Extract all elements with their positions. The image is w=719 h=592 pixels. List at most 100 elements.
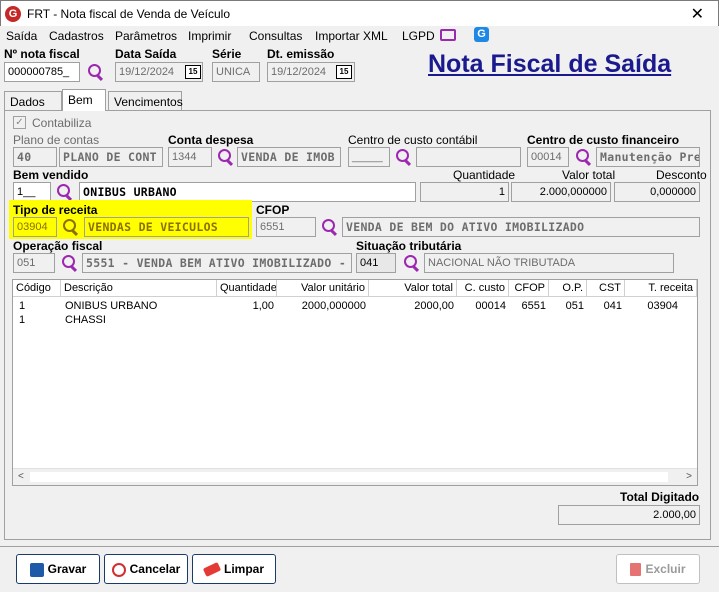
serie-input[interactable]: UNICA (212, 62, 260, 82)
tab-bem[interactable]: Bem (62, 89, 106, 111)
ccf-code-field[interactable]: 00014 (527, 147, 569, 167)
items-grid[interactable]: Código Descrição Quantidade Valor unitár… (12, 279, 698, 486)
tipo-receita-code-field[interactable]: 03904 (13, 217, 57, 237)
save-icon (29, 562, 44, 577)
search-icon[interactable] (61, 218, 79, 236)
search-icon[interactable] (60, 254, 78, 272)
table-cell[interactable]: ONIBUS URBANO (65, 300, 157, 312)
menu-cadastros[interactable]: Cadastros (49, 29, 104, 43)
col-t-receita[interactable]: T. receita (625, 280, 697, 297)
bem-code-field[interactable]: 1__ (13, 182, 51, 202)
search-icon[interactable] (55, 183, 73, 201)
scroll-right-icon[interactable]: > (686, 471, 692, 482)
table-cell[interactable]: 00014 (457, 300, 506, 312)
col-cst[interactable]: CST (587, 280, 625, 297)
scroll-left-icon[interactable]: < (18, 471, 24, 482)
situacao-tributaria-label: Situação tributária (356, 239, 462, 253)
tab-dados-nf[interactable]: Dados NF (4, 91, 62, 123)
title-bar: G FRT - Nota fiscal de Venda de Veículo … (0, 0, 719, 26)
table-cell[interactable]: 051 (549, 300, 584, 312)
table-cell[interactable]: 041 (587, 300, 622, 312)
ccc-code-field[interactable]: _____ (348, 147, 390, 167)
menu-consultas[interactable]: Consultas (249, 29, 302, 43)
menu-bar: Saída Cadastros Parâmetros Imprimir Cons… (0, 26, 719, 46)
excluir-label: Excluir (645, 562, 686, 576)
col-valor-total[interactable]: Valor total (369, 280, 457, 297)
valor-total-label: Valor total (562, 168, 616, 182)
menu-parametros[interactable]: Parâmetros (115, 29, 177, 43)
cfop-desc-field: VENDA DE BEM DO ATIVO IMOBILIZADO (342, 217, 700, 237)
operacao-fiscal-label: Operação fiscal (13, 239, 103, 253)
cancel-icon (111, 562, 126, 577)
calendar-icon[interactable]: 15 (185, 65, 201, 79)
serie-label: Série (212, 47, 242, 61)
search-icon[interactable] (86, 63, 104, 81)
table-cell[interactable]: 2000,00 (369, 300, 454, 312)
eraser-icon (202, 562, 222, 578)
total-digitado-field: 2.000,00 (558, 505, 700, 525)
col-op[interactable]: O.P. (549, 280, 587, 297)
limpar-label: Limpar (223, 562, 264, 576)
col-codigo[interactable]: Código (13, 280, 61, 297)
operacao-desc-field: 5551 - VENDA BEM ATIVO IMOBILIZADO - SP (82, 253, 352, 273)
menu-lgpd[interactable]: LGPD (402, 29, 435, 43)
close-icon[interactable]: ✕ (691, 4, 704, 24)
table-cell[interactable]: 6551 (509, 300, 546, 312)
tipo-receita-label: Tipo de receita (13, 203, 98, 217)
gravar-button[interactable]: Gravar (16, 554, 100, 584)
table-cell[interactable]: 1 (19, 314, 25, 326)
gravar-label: Gravar (47, 562, 87, 576)
calendar-icon[interactable]: 15 (336, 65, 352, 79)
search-icon[interactable] (574, 148, 592, 166)
search-icon[interactable] (216, 148, 234, 166)
table-cell[interactable]: 1,00 (217, 300, 274, 312)
menu-importar-xml[interactable]: Importar XML (315, 29, 388, 43)
nota-fiscal-input[interactable]: 000000785_ (4, 62, 80, 82)
data-saida-label: Data Saída (115, 47, 177, 61)
limpar-button[interactable]: Limpar (192, 554, 276, 584)
menu-saida[interactable]: Saída (6, 29, 37, 43)
valor-total-field[interactable]: 2.000,000000 (511, 182, 611, 202)
search-icon[interactable] (402, 254, 420, 272)
operacao-code-field[interactable]: 051 (13, 253, 55, 273)
table-cell[interactable]: CHASSI (65, 314, 106, 326)
search-icon[interactable] (320, 218, 338, 236)
cancelar-button[interactable]: Cancelar (104, 554, 188, 584)
conta-code-field[interactable]: 1344 (168, 147, 212, 167)
bem-desc-field: ONIBUS URBANO (79, 182, 416, 202)
search-icon[interactable] (394, 148, 412, 166)
window-title: FRT - Nota fiscal de Venda de Veículo (27, 7, 231, 21)
centro-custo-contabil-label: Centro de custo contábil (348, 133, 478, 147)
col-quantidade[interactable]: Quantidade (217, 280, 277, 297)
col-cfop[interactable]: CFOP (509, 280, 549, 297)
quantidade-field[interactable]: 1 (420, 182, 509, 202)
monitor-icon[interactable] (440, 29, 456, 41)
situacao-desc-field: NACIONAL NÃO TRIBUTADA (424, 253, 674, 273)
conta-desc-field: VENDA DE IMOB (237, 147, 341, 167)
scroll-thumb[interactable] (30, 472, 668, 482)
menu-imprimir[interactable]: Imprimir (188, 29, 231, 43)
table-cell[interactable]: 2000,000000 (277, 300, 366, 312)
cfop-code-field[interactable]: 6551 (256, 217, 316, 237)
col-descricao[interactable]: Descrição (61, 280, 217, 297)
ccf-desc-field: Manutenção Prev (596, 147, 700, 167)
nota-fiscal-label: Nº nota fiscal (4, 47, 80, 61)
contabiliza-checkbox[interactable]: ✓ (13, 116, 26, 129)
page-title: Nota Fiscal de Saída (428, 50, 672, 78)
col-valor-unitario[interactable]: Valor unitário (277, 280, 369, 297)
desconto-field[interactable]: 0,000000 (614, 182, 700, 202)
plano-code-field[interactable]: 40 (13, 147, 57, 167)
horizontal-scrollbar[interactable]: < > (13, 468, 697, 485)
app-logo-icon: G (5, 6, 21, 22)
situacao-code-field[interactable]: 041 (356, 253, 396, 273)
col-c-custo[interactable]: C. custo (457, 280, 509, 297)
quantidade-label: Quantidade (453, 168, 516, 182)
table-cell[interactable]: 03904 (625, 300, 678, 312)
cfop-label: CFOP (256, 203, 290, 217)
excluir-button[interactable]: Excluir (616, 554, 700, 584)
app-g-icon[interactable]: G (474, 27, 489, 42)
plano-contas-label: Plano de contas (13, 133, 100, 147)
tab-vencimentos[interactable]: Vencimentos (108, 91, 183, 111)
table-cell[interactable]: 1 (19, 300, 25, 312)
bem-vendido-label: Bem vendido (13, 168, 89, 182)
